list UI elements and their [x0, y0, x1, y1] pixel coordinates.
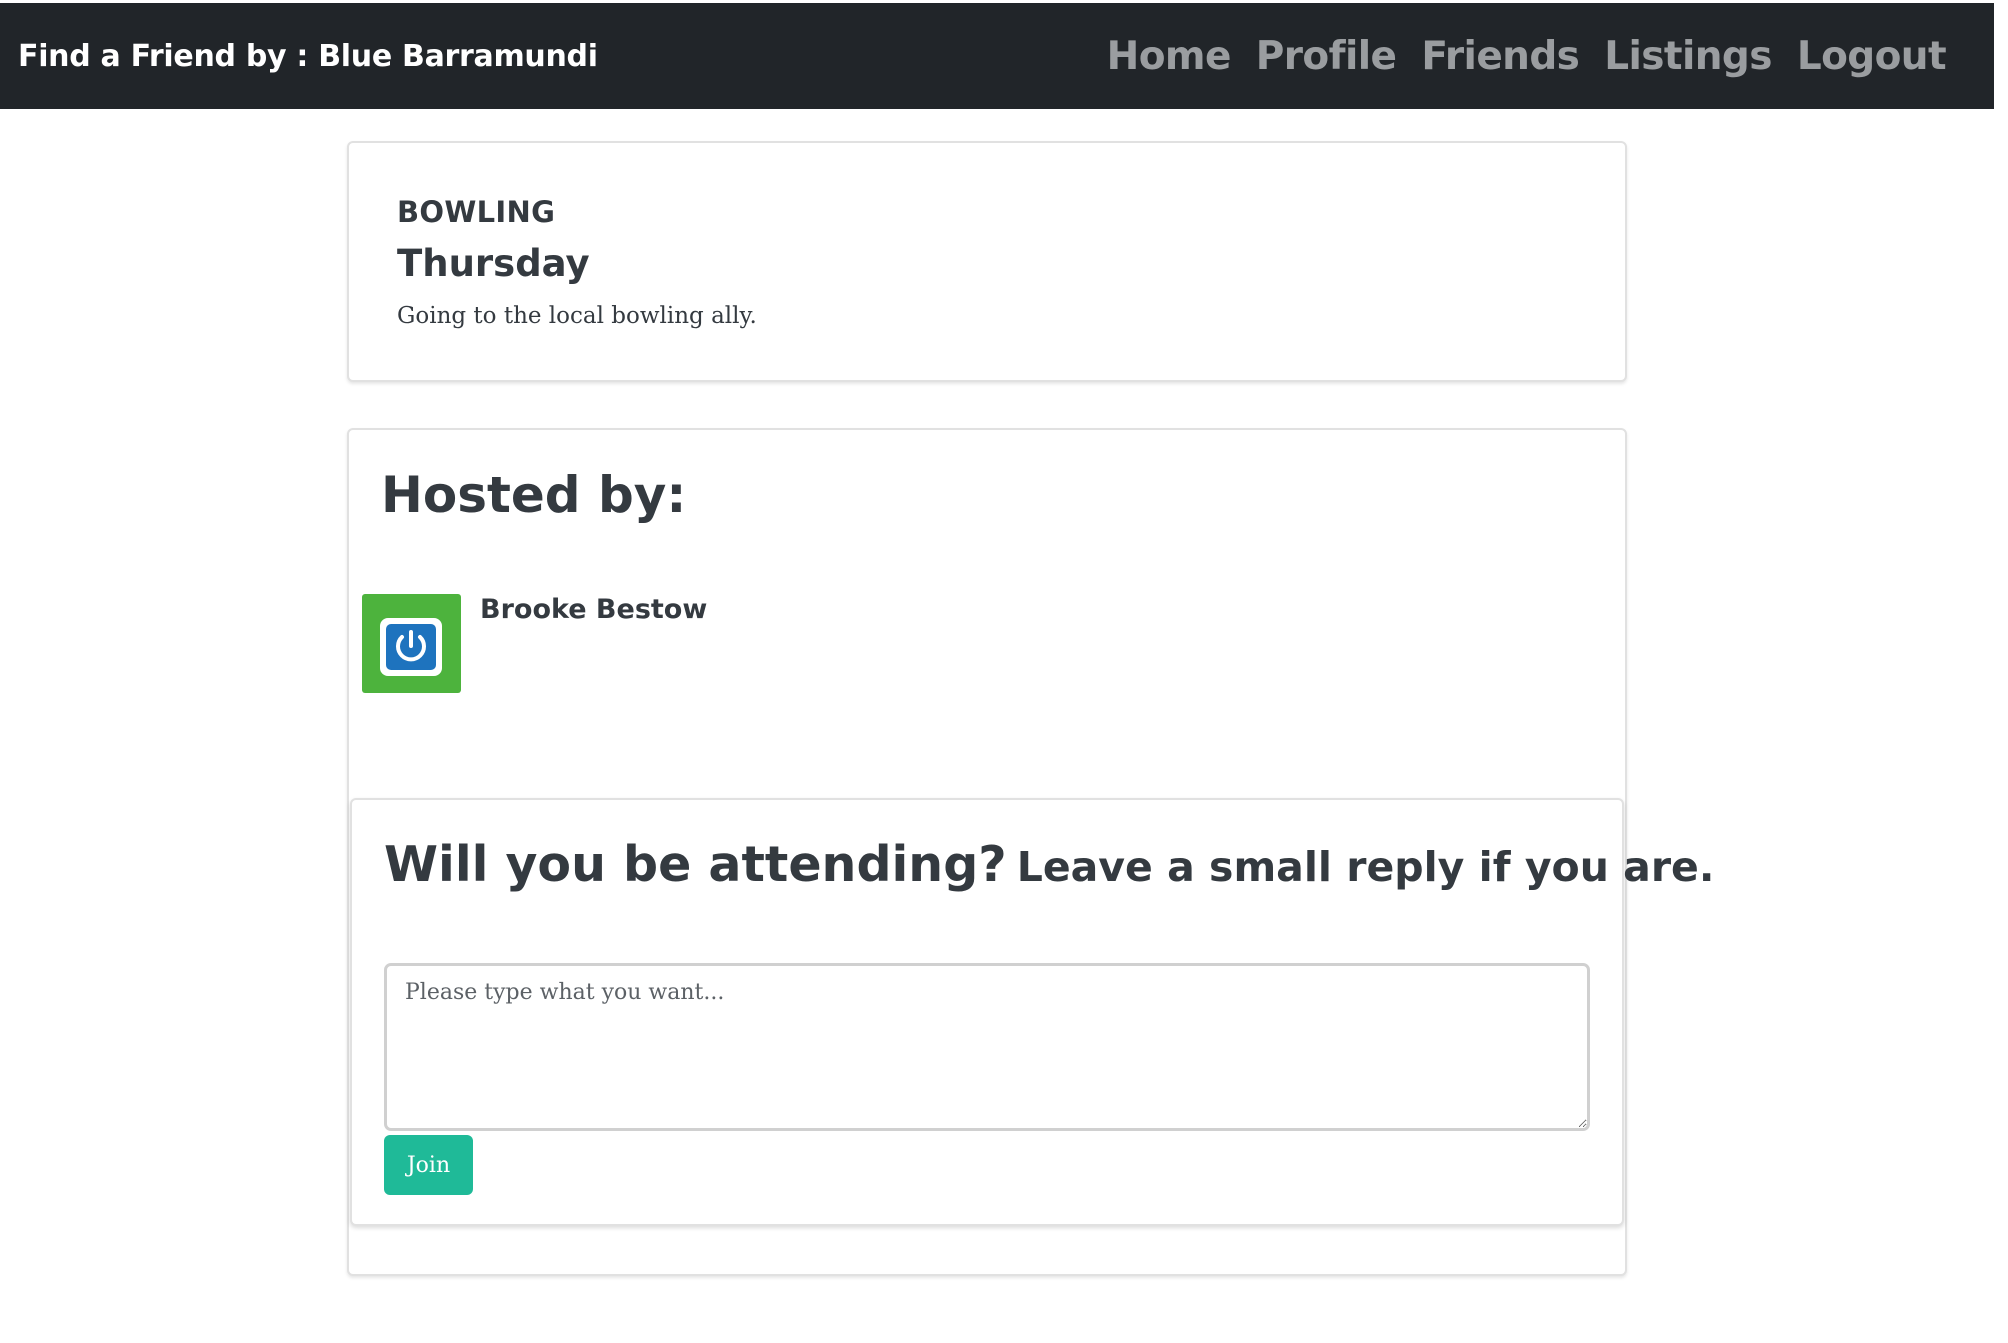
power-button-icon	[386, 624, 436, 670]
brand-title[interactable]: Find a Friend by : Blue Barramundi	[18, 3, 598, 109]
power-symbol-icon	[396, 630, 426, 662]
nav-link-listings[interactable]: Listings	[1604, 34, 1772, 79]
host-name[interactable]: Brooke Bestow	[480, 594, 707, 625]
event-description: Going to the local bowling ally.	[397, 303, 757, 329]
reply-prompt: Leave a small reply if you are.	[1016, 843, 1715, 891]
join-button[interactable]: Join	[384, 1135, 473, 1195]
event-day: Thursday	[397, 242, 590, 285]
reply-card: Will you be attending? Leave a small repl…	[350, 798, 1714, 1226]
reply-textarea[interactable]	[384, 963, 1590, 1131]
nav-links: Home Profile Friends Listings Logout	[1082, 3, 1947, 109]
nav-link-friends[interactable]: Friends	[1421, 34, 1580, 79]
avatar[interactable]	[362, 594, 461, 693]
nav-link-home[interactable]: Home	[1107, 34, 1232, 79]
event-category: BOWLING	[397, 195, 556, 229]
attendance-question: Will you be attending?	[384, 836, 1007, 893]
reply-heading: Will you be attending? Leave a small repl…	[384, 836, 1714, 893]
avatar-frame	[380, 618, 442, 676]
top-navbar: Find a Friend by : Blue Barramundi Home …	[0, 3, 1994, 109]
nav-link-logout[interactable]: Logout	[1797, 34, 1947, 79]
event-card: BOWLING Thursday Going to the local bowl…	[347, 141, 1627, 382]
host-heading: Hosted by:	[381, 466, 687, 524]
nav-link-profile[interactable]: Profile	[1256, 34, 1397, 79]
